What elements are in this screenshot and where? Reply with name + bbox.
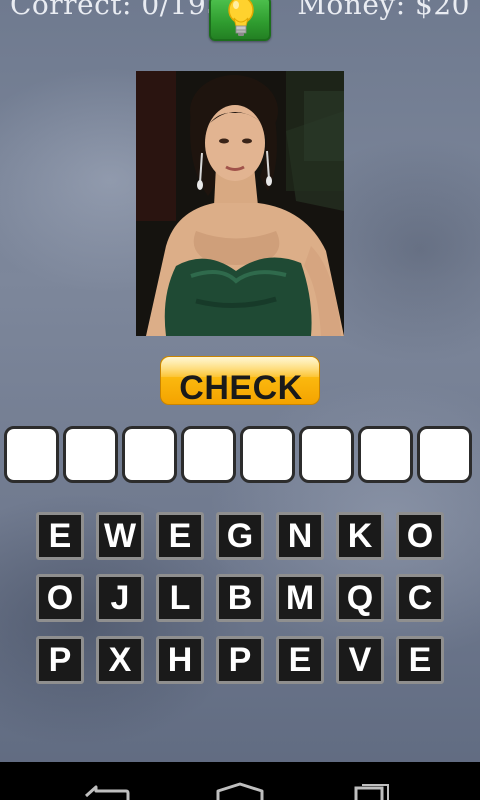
- letter-key[interactable]: N: [276, 512, 324, 560]
- letter-key[interactable]: K: [336, 512, 384, 560]
- answer-slot[interactable]: [299, 426, 354, 483]
- celebrity-photo: [136, 71, 344, 336]
- money-count: Money: $20: [297, 0, 470, 21]
- answer-slot[interactable]: [240, 426, 295, 483]
- top-bar: Correct: 0/195 Money: $20: [0, 0, 480, 44]
- letter-key[interactable]: O: [36, 574, 84, 622]
- back-icon[interactable]: [82, 782, 132, 800]
- letter-key[interactable]: E: [276, 636, 324, 684]
- letter-key[interactable]: W: [96, 512, 144, 560]
- celebrity-portrait: [136, 71, 344, 336]
- check-button-label: CHECK: [179, 369, 303, 405]
- letter-key[interactable]: H: [156, 636, 204, 684]
- letter-key[interactable]: X: [96, 636, 144, 684]
- answer-slot[interactable]: [63, 426, 118, 483]
- letter-key[interactable]: M: [276, 574, 324, 622]
- answer-slot[interactable]: [181, 426, 236, 483]
- lightbulb-icon: [228, 0, 254, 36]
- letter-key[interactable]: L: [156, 574, 204, 622]
- letter-key[interactable]: G: [216, 512, 264, 560]
- letter-key[interactable]: P: [216, 636, 264, 684]
- system-navbar: [0, 762, 480, 800]
- answer-slot[interactable]: [417, 426, 472, 483]
- answer-slot[interactable]: [4, 426, 59, 483]
- letter-key[interactable]: B: [216, 574, 264, 622]
- correct-count: Correct: 0/195: [10, 0, 225, 21]
- answer-slot[interactable]: [358, 426, 413, 483]
- answer-slots: [4, 426, 476, 484]
- letter-key[interactable]: E: [396, 636, 444, 684]
- letter-key[interactable]: Q: [336, 574, 384, 622]
- letter-key[interactable]: E: [36, 512, 84, 560]
- letter-key[interactable]: V: [336, 636, 384, 684]
- letter-key[interactable]: E: [156, 512, 204, 560]
- home-icon[interactable]: [214, 782, 266, 800]
- answer-slot[interactable]: [122, 426, 177, 483]
- letter-key[interactable]: C: [396, 574, 444, 622]
- letter-key[interactable]: J: [96, 574, 144, 622]
- letter-key[interactable]: P: [36, 636, 84, 684]
- letter-key[interactable]: O: [396, 512, 444, 560]
- recent-apps-icon[interactable]: [348, 782, 394, 800]
- check-button[interactable]: CHECK: [160, 356, 320, 405]
- hint-button[interactable]: [209, 0, 271, 41]
